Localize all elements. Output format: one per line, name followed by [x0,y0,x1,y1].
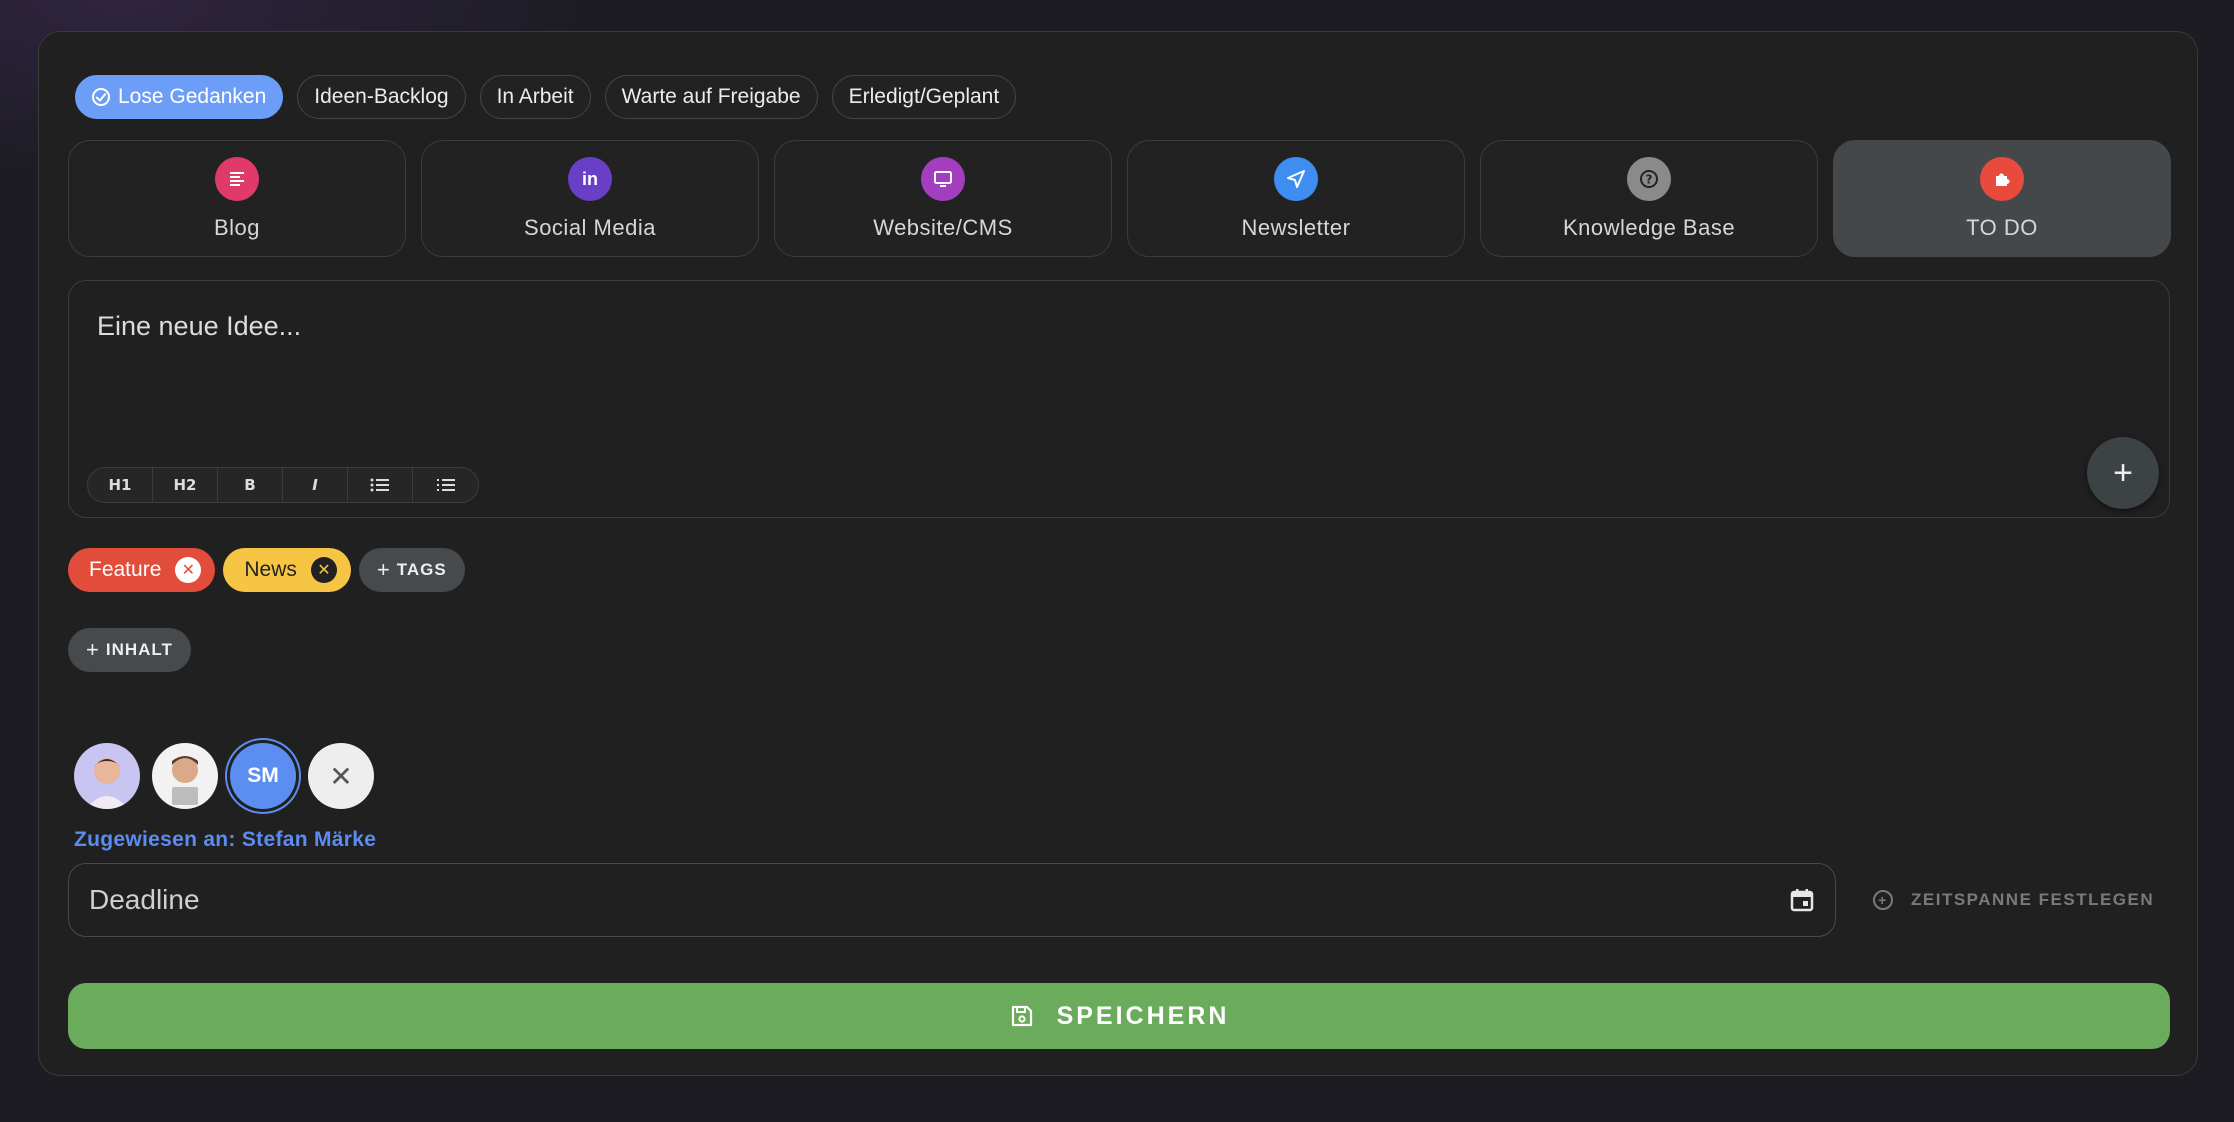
tag-label: Feature [89,558,162,581]
channel-blog[interactable]: Blog [68,140,406,257]
deadline-placeholder: Deadline [89,884,200,915]
heading2-button[interactable]: H2 [153,468,218,502]
status-tabs: Lose Gedanken Ideen-Backlog In Arbeit Wa… [75,75,1017,119]
avatar-initials: SM [247,764,279,787]
assignee-list: SM ✕ [74,743,374,809]
avatar-photo [86,758,128,809]
monitor-icon [921,157,965,201]
save-button[interactable]: SPEICHERN [68,983,2170,1049]
plus-icon: + [376,557,391,582]
tag-news[interactable]: News ✕ [223,548,351,592]
numbered-list-button[interactable] [413,468,478,502]
tag-label: News [244,558,297,581]
avatar-selected[interactable]: SM [230,743,296,809]
heading1-button[interactable]: H1 [88,468,153,502]
send-icon [1274,157,1318,201]
svg-text:?: ? [1646,173,1653,187]
check-circle-icon [92,88,110,106]
channel-knowledge-base[interactable]: ? Knowledge Base [1480,140,1818,257]
tag-list: Feature ✕ News ✕ + TAGS [68,548,465,592]
add-circle-icon: + [1873,890,1893,910]
set-timespan-button[interactable]: + ZEITSPANNE FESTLEGEN [1873,890,2154,910]
save-label: SPEICHERN [1056,1001,1230,1030]
editor-toolbar: H1 H2 B I [87,467,479,503]
channel-newsletter[interactable]: Newsletter [1127,140,1465,257]
channel-social-media[interactable]: in Social Media [421,140,759,257]
status-tab-label: Warte auf Freigabe [621,85,801,108]
channel-label: Blog [213,215,261,240]
save-icon [1011,1005,1032,1027]
italic-button[interactable]: I [283,468,348,502]
bullet-list-icon [370,478,389,492]
linkedin-icon: in [568,157,612,201]
assigned-to-text: Zugewiesen an: Stefan Märke [74,828,377,851]
avatar[interactable] [152,743,218,809]
bold-button[interactable]: B [218,468,283,502]
plus-icon: + [86,637,100,662]
close-icon: ✕ [329,760,353,792]
status-tab-ideen-backlog[interactable]: Ideen-Backlog [297,75,466,119]
channel-label: Website/CMS [873,215,1013,240]
status-tab-in-arbeit[interactable]: In Arbeit [479,75,591,119]
italic-icon: I [312,476,318,494]
add-content-label: INHALT [105,640,173,659]
channel-label: Social Media [524,215,656,240]
status-tab-erledigt-geplant[interactable]: Erledigt/Geplant [831,75,1017,119]
status-tab-label: Ideen-Backlog [314,85,449,108]
status-tab-label: Erledigt/Geplant [848,85,1000,108]
unassign-button[interactable]: ✕ [308,743,374,809]
avatar-photo [172,756,198,805]
add-tags-button[interactable]: + TAGS [358,548,465,592]
editor-placeholder[interactable]: Eine neue Idee... [97,311,301,342]
idea-form-card: Lose Gedanken Ideen-Backlog In Arbeit Wa… [38,31,2198,1076]
channel-to-do[interactable]: TO DO [1833,140,2171,257]
tag-feature[interactable]: Feature ✕ [68,548,216,592]
channel-website-cms[interactable]: Website/CMS [774,140,1112,257]
status-tab-label: In Arbeit [496,85,574,108]
status-tab-warte-auf-freigabe[interactable]: Warte auf Freigabe [604,75,818,119]
article-icon [215,157,259,201]
idea-editor[interactable]: Eine neue Idee... H1 H2 B I + [68,280,2170,518]
bullet-list-button[interactable] [348,468,413,502]
channel-label: Newsletter [1241,215,1351,240]
deadline-field[interactable]: Deadline [68,863,1836,937]
channel-selector: Blog in Social Media Website/CMS Newslet… [68,140,2171,257]
channel-label: TO DO [1966,215,2038,240]
calendar-icon[interactable] [1789,887,1815,913]
add-tags-label: TAGS [396,560,447,579]
channel-label: Knowledge Base [1562,215,1736,240]
add-button[interactable]: + [2087,437,2159,509]
status-tab-label: Lose Gedanken [118,85,267,108]
status-tab-lose-gedanken[interactable]: Lose Gedanken [75,75,284,119]
plus-icon: + [2113,453,2133,492]
timespan-label: ZEITSPANNE FESTLEGEN [1911,890,2155,909]
remove-tag-icon[interactable]: ✕ [175,557,202,583]
help-circle-icon: ? [1627,157,1671,201]
add-content-button[interactable]: + INHALT [68,628,191,672]
puzzle-icon [1980,157,2024,201]
avatar[interactable] [74,743,140,809]
numbered-list-icon [436,479,455,491]
remove-tag-icon[interactable]: ✕ [310,557,337,583]
